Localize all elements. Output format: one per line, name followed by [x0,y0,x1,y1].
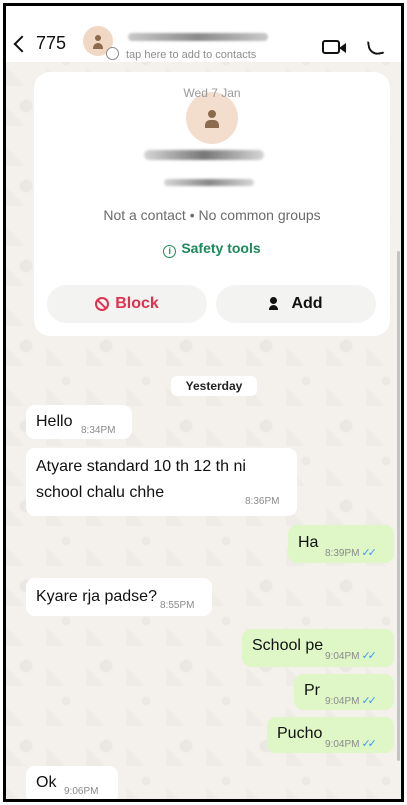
add-label: Add [291,295,323,312]
message-time: 9:04PM ✓✓ [325,694,377,707]
message-time: 9:04PM ✓✓ [325,649,377,662]
message-bubble[interactable]: School pe 9:04PM ✓✓ [242,629,394,667]
double-check-icon: ✓✓ [361,650,377,662]
contact-phone-redacted [164,179,254,186]
double-check-icon: ✓✓ [361,738,377,750]
block-label: Block [115,295,159,312]
safety-tools-label: Safety tools [181,240,261,256]
contact-status: Not a contact • No common groups [103,207,321,223]
message-text: Kyare rja padse? [36,588,157,605]
safety-tools-link[interactable]: i Safety tools [34,240,390,258]
info-circle-icon: i [163,245,177,258]
message-bubble[interactable]: Hello 8:34PM [26,405,132,439]
message-time: 8:39PM ✓✓ [325,546,377,559]
video-call-icon[interactable] [322,40,346,54]
contact-name-redacted [144,150,264,160]
message-bubble[interactable]: Kyare rja padse? 8:55PM [26,578,212,616]
message-time-text: 9:04PM [325,739,360,750]
message-bubble[interactable]: Ha 8:39PM ✓✓ [288,525,394,563]
message-bubble[interactable]: Pucho 9:04PM ✓✓ [267,717,394,753]
back-button[interactable]: 775 [13,33,67,54]
back-chevron-icon [13,35,31,52]
message-bubble[interactable]: Atyare standard 10 th 12 th ni school ch… [26,448,297,516]
add-to-contacts-hint[interactable]: tap here to add to contacts [126,49,256,61]
phone-icon[interactable] [366,37,386,57]
message-time-text: 9:04PM [325,651,360,662]
scrollbar[interactable] [397,251,400,761]
chat-screen: 775 tap here to add to contacts Wed 7 Ja… [3,3,404,802]
block-button[interactable]: Block [47,285,207,323]
message-time-text: 8:39PM [325,548,360,559]
message-text: Ha [298,534,319,551]
message-bubble[interactable]: Ok 9:06PM [26,766,118,799]
contact-avatar[interactable] [83,26,119,60]
message-time: 9:04PM ✓✓ [325,737,377,750]
date-label: Wed 7 Jan [183,86,241,100]
add-contact-icon [269,297,285,311]
message-bubble[interactable]: Pr 9:04PM ✓✓ [294,674,394,710]
contact-avatar-icon [93,35,103,49]
unread-count: 775 [36,33,67,53]
message-text: Pucho [277,725,323,742]
message-text: Pr [304,682,320,699]
block-icon [95,297,110,311]
double-check-icon: ✓✓ [361,695,377,707]
message-text: School pe [252,637,324,654]
message-time: 8:36PM [245,496,280,507]
message-time: 8:34PM [81,425,116,436]
day-separator: Yesterday [171,376,257,396]
message-text: Ok [36,774,57,791]
add-contact-button[interactable]: Add [216,285,376,323]
contact-avatar-icon [205,110,219,128]
message-time: 8:55PM [160,600,195,611]
double-check-icon: ✓✓ [361,547,377,559]
clock-badge-icon [106,47,119,60]
message-time-text: 9:04PM [325,696,360,707]
message-time: 9:06PM [64,786,99,797]
contact-info-card: Wed 7 Jan Not a contact • No common grou… [34,72,390,336]
chat-header: 775 tap here to add to contacts [6,6,401,62]
contact-name-redacted[interactable] [128,33,268,41]
message-text: Hello [36,413,73,430]
